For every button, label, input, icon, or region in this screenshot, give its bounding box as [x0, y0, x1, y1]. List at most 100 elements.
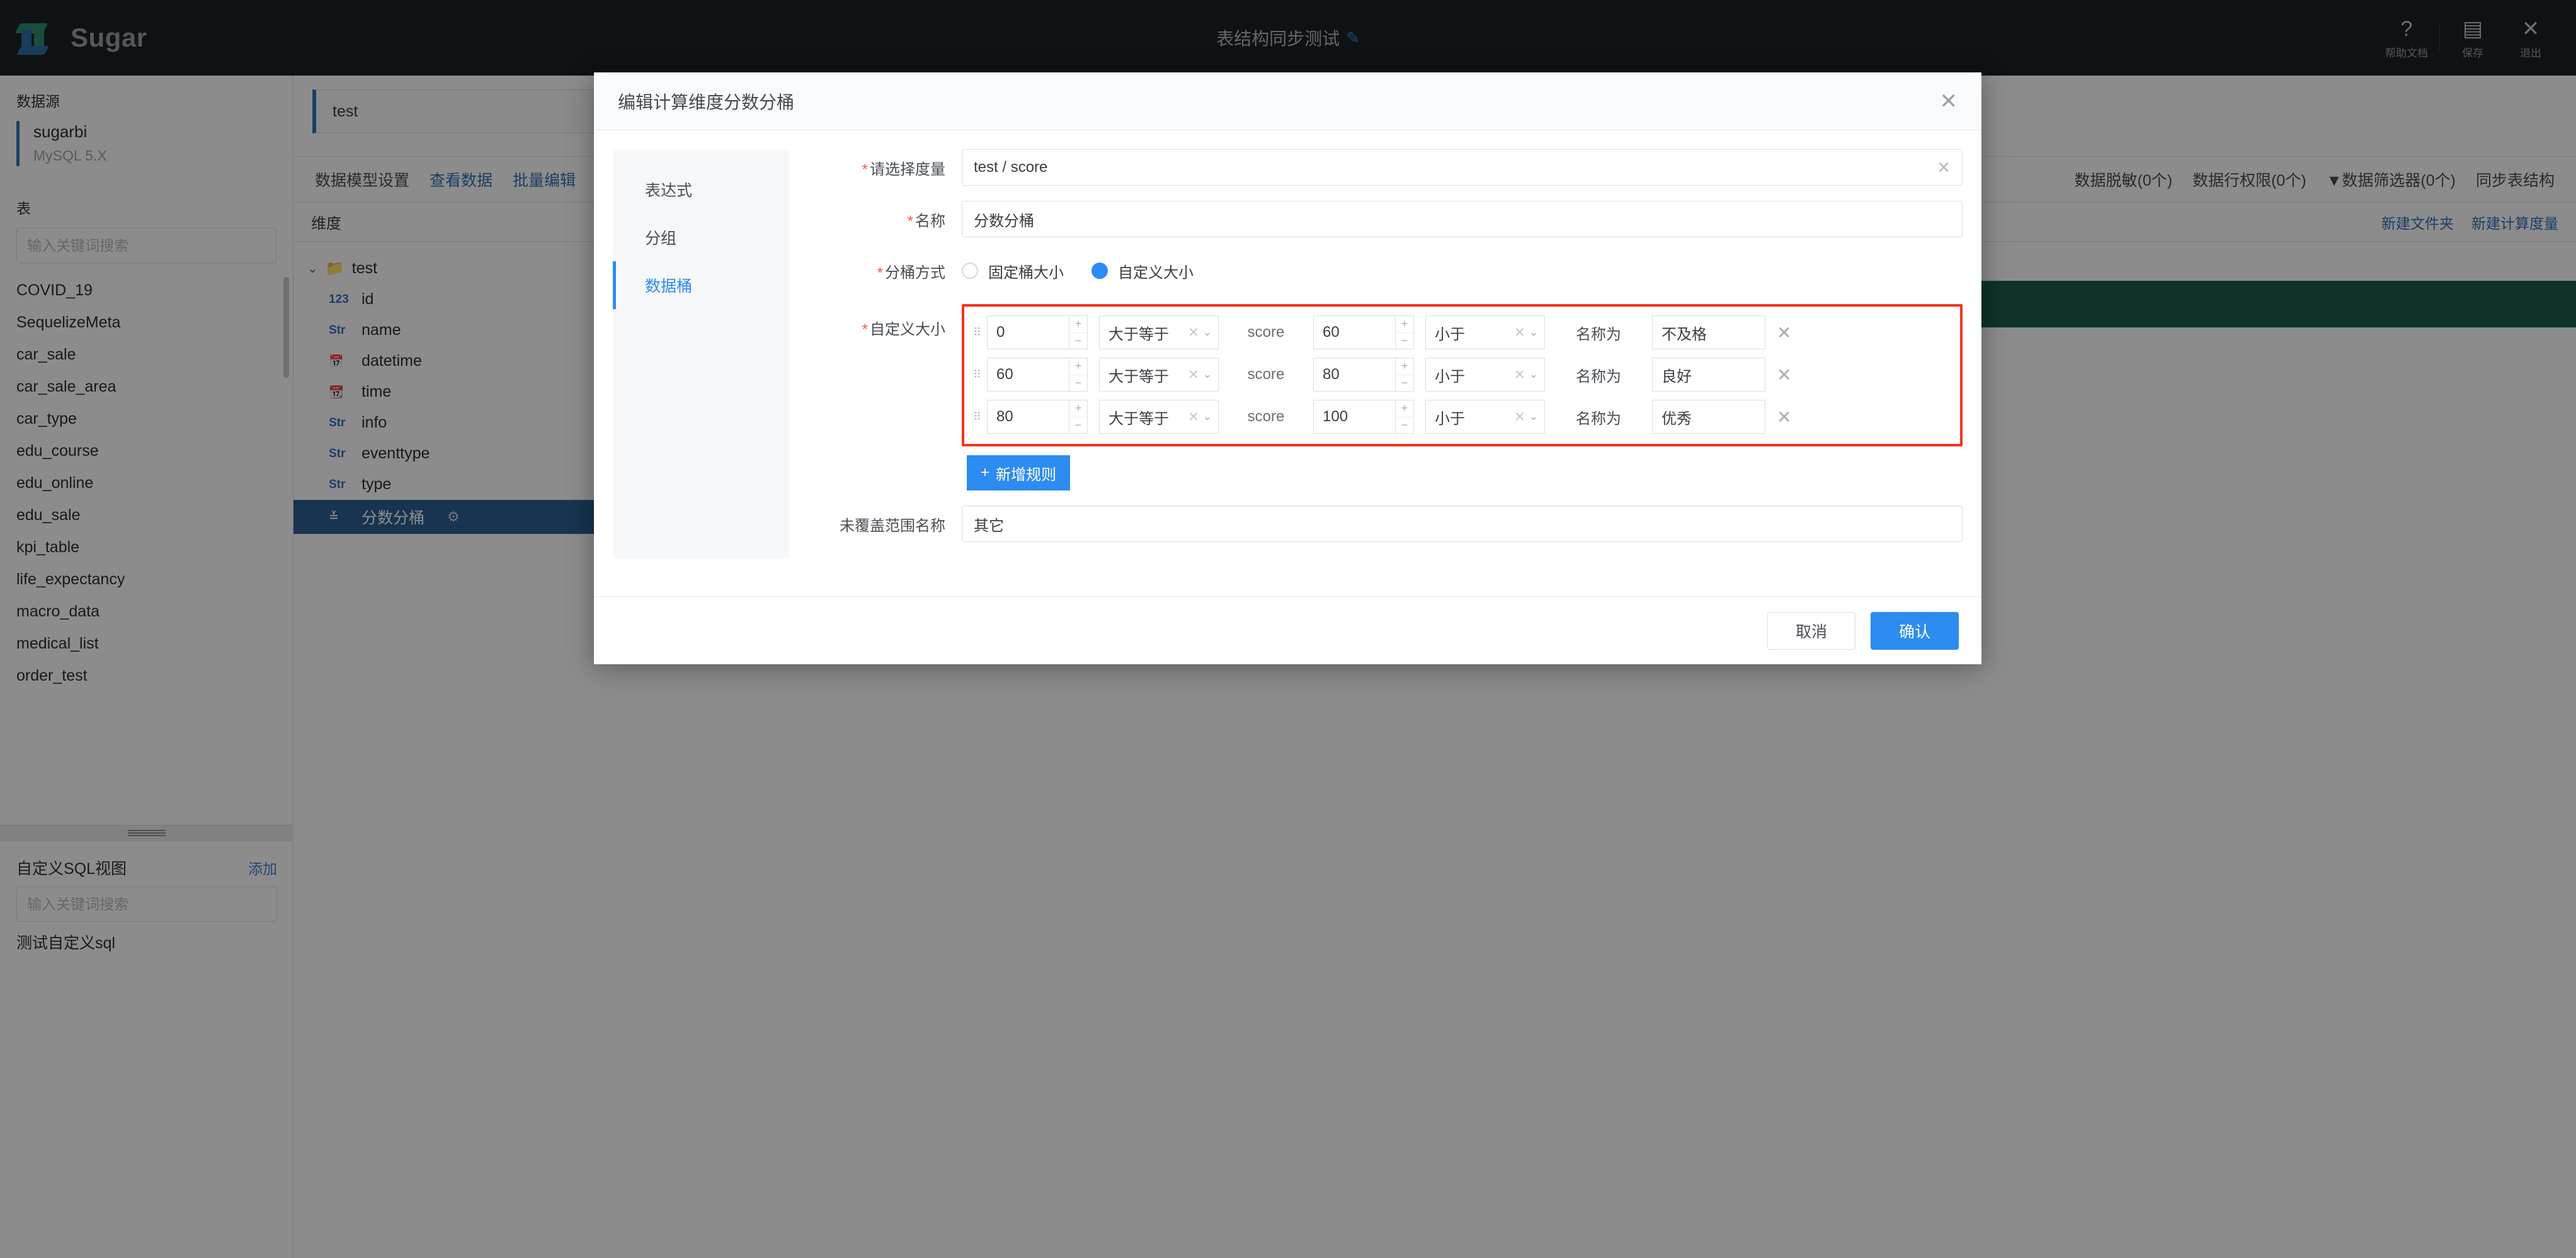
stepper-down-icon[interactable]: −	[1396, 417, 1413, 434]
name-input-wrap[interactable]	[962, 201, 1963, 237]
clear-icon[interactable]: ✕	[1514, 409, 1525, 425]
radio-circle-selected-icon	[1091, 263, 1108, 279]
rule-low-number[interactable]: + −	[987, 400, 1088, 434]
dialog-form: *请选择度量 ✕ *名称	[789, 149, 1963, 558]
chevron-down-icon[interactable]: ⌄	[1203, 411, 1212, 423]
dialog-body: 表达式 分组 数据桶 *请选择度量 ✕ *名称	[594, 130, 1981, 558]
rule-high-operator-value: 小于	[1435, 368, 1465, 385]
required-asterisk: *	[862, 161, 868, 178]
clear-icon[interactable]: ✕	[1514, 325, 1525, 341]
plus-icon: +	[981, 464, 990, 481]
clear-icon[interactable]: ✕	[1188, 409, 1199, 425]
rule-row: ⠿ + − 大于等于 ✕	[973, 313, 1951, 352]
clear-icon[interactable]: ✕	[1188, 367, 1199, 383]
drag-handle-icon[interactable]: ⠿	[973, 327, 987, 338]
radio-fixed-size[interactable]: 固定桶大小	[962, 260, 1064, 282]
clear-icon[interactable]: ✕	[1937, 158, 1951, 178]
rule-high-number[interactable]: + −	[1313, 400, 1414, 434]
rule-low-input[interactable]	[988, 400, 1069, 433]
custom-size-label-text: 自定义大小	[870, 321, 945, 338]
bucket-mode-label-text: 分桶方式	[885, 264, 945, 281]
radio-circle-icon	[962, 263, 978, 279]
add-rule-button[interactable]: + 新增规则	[967, 455, 1071, 490]
required-asterisk: *	[877, 264, 883, 281]
rule-high-operator-select[interactable]: 小于 ✕ ⌄	[1425, 315, 1545, 349]
delete-rule-icon[interactable]: ✕	[1777, 365, 1791, 385]
name-field-row: * 名称	[817, 201, 1963, 237]
rule-name-input-wrap[interactable]	[1652, 315, 1765, 349]
rule-name-input[interactable]	[1661, 408, 1756, 426]
rule-low-operator-select[interactable]: 大于等于 ✕ ⌄	[1099, 400, 1219, 434]
stepper-up-icon[interactable]: +	[1396, 316, 1413, 333]
rule-high-input[interactable]	[1314, 316, 1396, 349]
rule-name-input[interactable]	[1661, 324, 1756, 341]
delete-rule-icon[interactable]: ✕	[1777, 322, 1791, 343]
rule-low-operator-select[interactable]: 大于等于 ✕ ⌄	[1099, 358, 1219, 392]
stepper-down-icon[interactable]: −	[1069, 417, 1087, 434]
uncovered-input[interactable]	[974, 515, 1951, 533]
drag-handle-icon[interactable]: ⠿	[973, 369, 987, 380]
chevron-down-icon[interactable]: ⌄	[1529, 326, 1538, 339]
rule-high-operator-select[interactable]: 小于 ✕ ⌄	[1425, 400, 1545, 434]
stepper-up-icon[interactable]: +	[1396, 358, 1413, 375]
rule-high-operator-value: 小于	[1435, 410, 1465, 428]
tab-expression[interactable]: 表达式	[613, 166, 789, 213]
uncovered-input-wrap[interactable]	[962, 506, 1963, 542]
stepper-down-icon[interactable]: −	[1396, 375, 1413, 392]
rule-high-input[interactable]	[1314, 358, 1396, 391]
radio-custom-size[interactable]: 自定义大小	[1091, 260, 1194, 282]
stepper-down-icon[interactable]: −	[1396, 333, 1413, 349]
cancel-button[interactable]: 取消	[1767, 611, 1855, 650]
radio-fixed-size-label: 固定桶大小	[988, 264, 1064, 281]
stepper-down-icon[interactable]: −	[1069, 375, 1087, 392]
rule-name-input-wrap[interactable]	[1652, 358, 1765, 392]
clear-icon[interactable]: ✕	[1514, 367, 1525, 383]
uncovered-label: 未覆盖范围名称	[840, 517, 945, 535]
rule-high-number[interactable]: + −	[1313, 315, 1414, 349]
stepper-down-icon[interactable]: −	[1069, 333, 1087, 349]
rule-low-number[interactable]: + −	[987, 358, 1088, 392]
rule-row: ⠿ + − 大于等于 ✕	[973, 355, 1951, 394]
app-root: Sugar 表结构同步测试 ✎ ? 帮助文档 ▤ 保存 ✕ 退出 数据源 sug…	[0, 0, 2576, 1258]
rule-name-input-wrap[interactable]	[1652, 400, 1765, 434]
rule-high-number[interactable]: + −	[1313, 358, 1414, 392]
confirm-button[interactable]: 确认	[1870, 611, 1959, 650]
rule-high-operator-select[interactable]: 小于 ✕ ⌄	[1425, 358, 1545, 392]
chevron-down-icon[interactable]: ⌄	[1203, 368, 1212, 381]
rule-low-operator-value: 大于等于	[1108, 410, 1169, 428]
rule-high-input[interactable]	[1314, 400, 1396, 433]
drag-handle-icon[interactable]: ⠿	[973, 411, 987, 422]
chevron-down-icon[interactable]: ⌄	[1529, 411, 1538, 423]
chevron-down-icon[interactable]: ⌄	[1529, 368, 1538, 381]
stepper-up-icon[interactable]: +	[1069, 358, 1087, 375]
custom-size-row: *自定义大小 ⠿ + −	[817, 304, 1963, 490]
stepper-up-icon[interactable]: +	[1069, 400, 1087, 417]
measure-input[interactable]	[974, 159, 1931, 176]
rule-low-operator-select[interactable]: 大于等于 ✕ ⌄	[1099, 315, 1219, 349]
name-input[interactable]	[974, 210, 1951, 228]
chevron-down-icon[interactable]: ⌄	[1203, 326, 1212, 339]
rule-field-label: score	[1247, 408, 1285, 425]
stepper: + −	[1069, 358, 1087, 391]
rules-highlight-box: ⠿ + − 大于等于 ✕	[962, 304, 1963, 446]
rule-low-number[interactable]: + −	[987, 315, 1088, 349]
rule-low-input[interactable]	[988, 316, 1069, 349]
measure-select[interactable]: ✕	[962, 149, 1963, 186]
delete-rule-icon[interactable]: ✕	[1777, 407, 1791, 428]
rule-name-input[interactable]	[1661, 366, 1756, 383]
stepper-up-icon[interactable]: +	[1069, 316, 1087, 333]
measure-field-label: * 请选择度量	[817, 157, 962, 179]
dialog-header: 编辑计算维度分数分桶 ✕	[594, 72, 1981, 130]
stepper: + −	[1395, 316, 1413, 349]
rule-low-operator-value: 大于等于	[1108, 368, 1169, 385]
rule-name-label: 名称为	[1576, 410, 1621, 428]
required-asterisk: *	[907, 212, 913, 230]
stepper-up-icon[interactable]: +	[1396, 400, 1413, 417]
clear-icon[interactable]: ✕	[1188, 325, 1199, 341]
stepper: + −	[1395, 358, 1413, 391]
rule-low-input[interactable]	[988, 358, 1069, 391]
close-icon[interactable]: ✕	[1940, 91, 1958, 112]
tab-data-bucket[interactable]: 数据桶	[613, 261, 789, 309]
rule-high-operator-value: 小于	[1435, 326, 1465, 343]
tab-grouping[interactable]: 分组	[613, 213, 789, 261]
